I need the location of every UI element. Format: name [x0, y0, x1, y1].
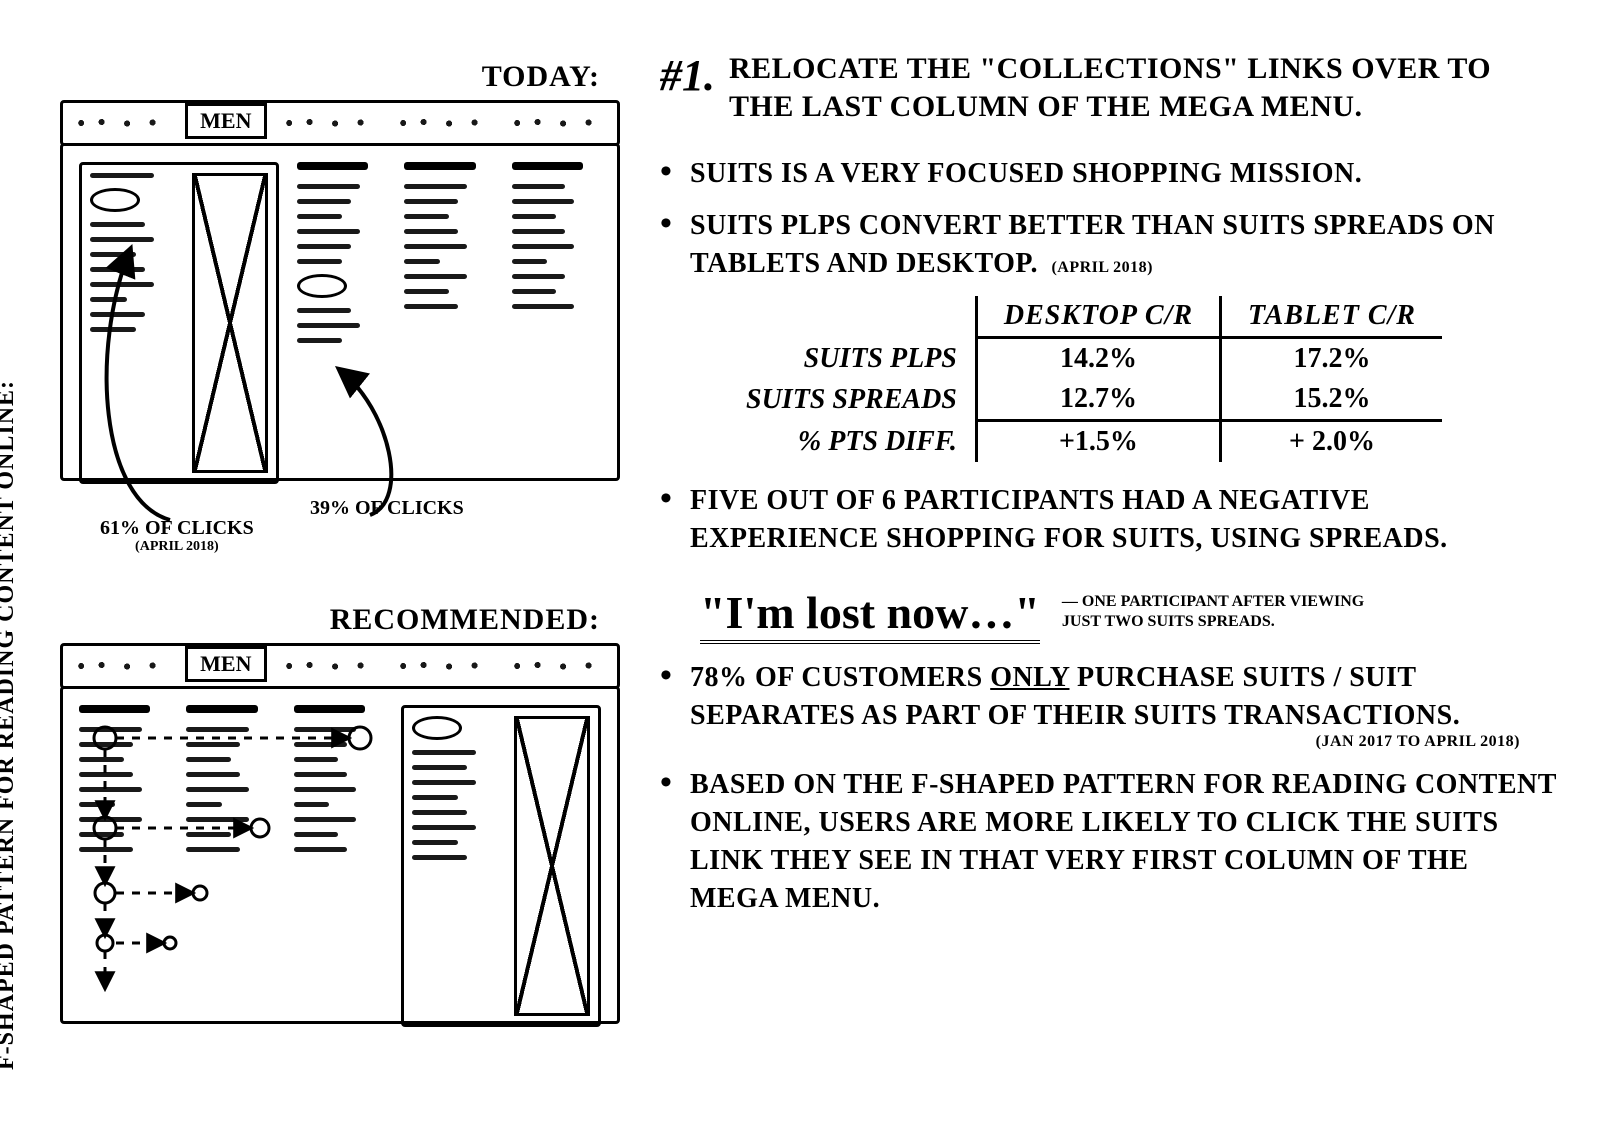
table-row: Suits Spreads 12.7% 15.2%: [720, 379, 1442, 421]
highlight-oval-icon: [297, 274, 347, 298]
bullet-list: Suits is a very focused shopping mission…: [660, 155, 1560, 282]
quote-block: "I'm lost now…" — one participant after …: [700, 586, 1560, 639]
recommended-wireframe: Men: [60, 643, 620, 1024]
mega-menu-recommended: [60, 686, 620, 1024]
today-wireframe: Men: [60, 100, 620, 577]
heading-text: Relocate the "Collections" links over to…: [729, 50, 1509, 125]
menu-column: [186, 705, 275, 1005]
quote-text: "I'm lost now…": [700, 586, 1040, 639]
right-column: #1. Relocate the "Collections" links ove…: [660, 50, 1560, 931]
nav-squiggle: [507, 118, 609, 128]
label-recommended: Recommended:: [60, 603, 600, 637]
menu-column: [404, 162, 493, 462]
page: Today: Men: [0, 0, 1600, 1130]
nav-bar: Men: [60, 100, 620, 146]
bullet-item: 78% of customers only purchase suits / s…: [660, 659, 1560, 752]
nav-tab-men: Men: [185, 646, 266, 682]
bullet-item: Based on the F-shaped pattern for readin…: [660, 766, 1560, 917]
nav-squiggle: [393, 118, 495, 128]
date-note: (Jan 2017 to April 2018): [690, 731, 1560, 753]
annotation-left: 61% of clicks (April 2018): [100, 517, 254, 554]
table-header-desktop: Desktop C/R: [976, 296, 1220, 338]
table-header-tablet: Tablet C/R: [1221, 296, 1442, 338]
menu-column: [294, 705, 383, 1005]
mega-menu-today: [60, 143, 620, 481]
nav-tab-men: Men: [185, 103, 266, 139]
bullet-item: Suits is a very focused shopping mission…: [660, 155, 1560, 193]
promo-text: [90, 173, 182, 473]
highlight-oval-icon: [90, 188, 140, 212]
promo-image-placeholder-icon: [192, 173, 268, 473]
table-row: Suits PLPs 14.2% 17.2%: [720, 338, 1442, 380]
promo-block: [401, 705, 601, 1027]
menu-column: [512, 162, 601, 462]
bullet-item: Suits PLPs convert better than suits spr…: [660, 207, 1560, 283]
heading-number: #1.: [660, 50, 715, 101]
quote-attribution: — one participant after viewing just two…: [1062, 592, 1382, 632]
bullet-item: Five out of 6 participants had a negativ…: [660, 482, 1560, 558]
promo-block: [79, 162, 279, 484]
table-row: % pts diff. +1.5% + 2.0%: [720, 421, 1442, 463]
conversion-rate-table: Desktop C/R Tablet C/R Suits PLPs 14.2% …: [720, 296, 1442, 462]
menu-column: [297, 162, 386, 462]
nav-squiggle: [71, 118, 173, 128]
menu-column: [79, 705, 168, 1005]
label-today: Today:: [60, 60, 600, 94]
nav-squiggle: [279, 118, 381, 128]
click-annotations: 61% of clicks (April 2018) 39% of clicks: [60, 487, 620, 577]
heading: #1. Relocate the "Collections" links ove…: [660, 50, 1560, 125]
annotation-right: 39% of clicks: [310, 497, 464, 519]
left-column: Today: Men: [60, 60, 620, 1024]
date-note: (April 2018): [1051, 259, 1153, 276]
side-label-f-pattern: F-shaped pattern for reading content onl…: [0, 380, 20, 1070]
table-header-blank: [720, 296, 976, 338]
nav-bar: Men: [60, 643, 620, 689]
highlight-oval-icon: [412, 716, 462, 740]
promo-image-placeholder-icon: [514, 716, 590, 1016]
